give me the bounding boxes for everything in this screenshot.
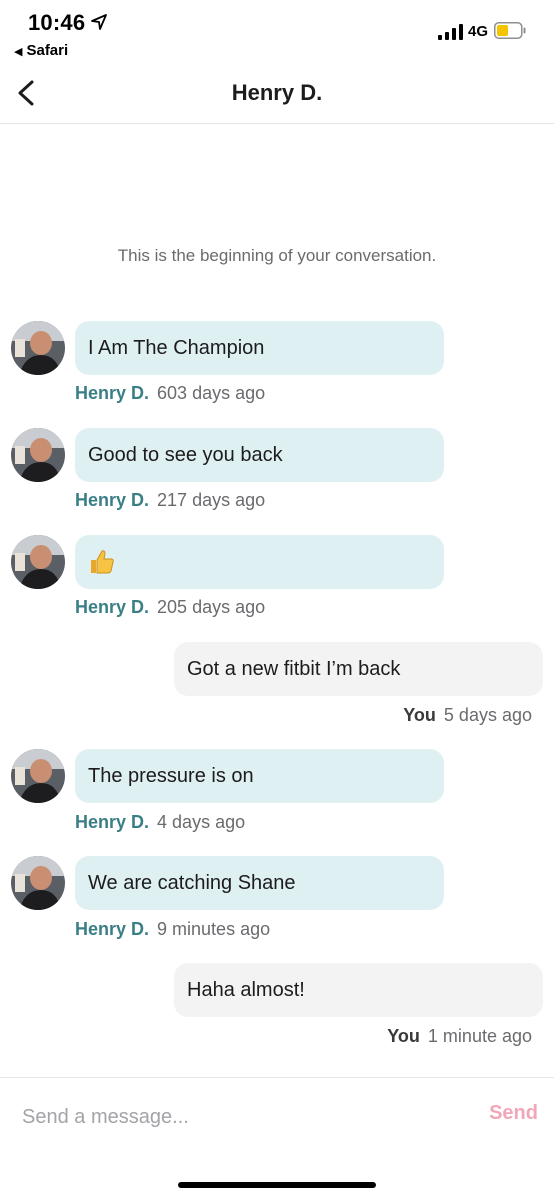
sender-name[interactable]: Henry D.: [75, 919, 149, 939]
message-time: 4 days ago: [157, 812, 246, 832]
message-text: Good to see you back: [88, 443, 283, 466]
conversation-start-notice: This is the beginning of your conversati…: [117, 246, 437, 265]
status-bar: 10:46 ◀ Safari 4G: [0, 0, 554, 66]
message-bubble[interactable]: Got a new fitbit I’m back: [174, 642, 543, 696]
message-text: The pressure is on: [88, 764, 254, 787]
avatar[interactable]: [11, 749, 65, 803]
message-meta: You 5 days ago: [403, 705, 532, 726]
message-input[interactable]: [22, 1102, 442, 1132]
message-text: Got a new fitbit I’m back: [187, 657, 401, 680]
back-triangle-icon: ◀: [14, 46, 23, 58]
message-meta: Henry D. 205 days ago: [75, 597, 265, 618]
message-text: I Am The Champion: [88, 336, 265, 359]
chat-header: Henry D.: [0, 66, 554, 124]
thumbs-up-icon: [91, 550, 114, 574]
back-to-safari-link[interactable]: ◀ Safari: [14, 42, 68, 59]
message-bubble[interactable]: [75, 535, 444, 589]
message-bubble[interactable]: The pressure is on: [75, 749, 444, 803]
avatar[interactable]: [11, 428, 65, 482]
message-text: Haha almost!: [187, 978, 305, 1001]
sender-name: You: [403, 705, 436, 725]
message-composer: Send: [0, 1077, 554, 1155]
message-text: We are catching Shane: [88, 871, 296, 894]
message-time: 5 days ago: [443, 705, 532, 725]
avatar[interactable]: [11, 856, 65, 910]
status-time: 10:46: [28, 10, 86, 35]
message-bubble[interactable]: I Am The Champion: [75, 321, 444, 375]
battery-icon: [494, 22, 526, 39]
back-app-label: Safari: [26, 42, 69, 59]
sender-name[interactable]: Henry D.: [75, 597, 149, 617]
page-title: Henry D.: [231, 80, 323, 105]
message-time: 1 minute ago: [427, 1026, 532, 1046]
message-meta: You 1 minute ago: [387, 1026, 532, 1047]
message-meta: Henry D. 217 days ago: [75, 490, 265, 511]
message-bubble[interactable]: Haha almost!: [174, 963, 543, 1017]
send-button[interactable]: Send: [489, 1102, 538, 1125]
message-meta: Henry D. 4 days ago: [75, 812, 245, 833]
message-time: 603 days ago: [157, 383, 266, 403]
sender-name[interactable]: Henry D.: [75, 490, 149, 510]
sender-name[interactable]: Henry D.: [75, 812, 149, 832]
signal-icon: [438, 24, 463, 40]
message-time: 205 days ago: [157, 597, 266, 617]
avatar[interactable]: [11, 321, 65, 375]
sender-name: You: [387, 1026, 420, 1046]
home-indicator[interactable]: [178, 1182, 376, 1188]
message-bubble[interactable]: We are catching Shane: [75, 856, 444, 910]
message-bubble[interactable]: Good to see you back: [75, 428, 444, 482]
message-time: 9 minutes ago: [157, 919, 271, 939]
message-meta: Henry D. 9 minutes ago: [75, 919, 270, 940]
network-type: 4G: [468, 23, 489, 40]
location-arrow-icon: [91, 14, 107, 30]
message-time: 217 days ago: [157, 490, 266, 510]
avatar[interactable]: [11, 535, 65, 589]
sender-name[interactable]: Henry D.: [75, 383, 149, 403]
message-meta: Henry D. 603 days ago: [75, 383, 265, 404]
